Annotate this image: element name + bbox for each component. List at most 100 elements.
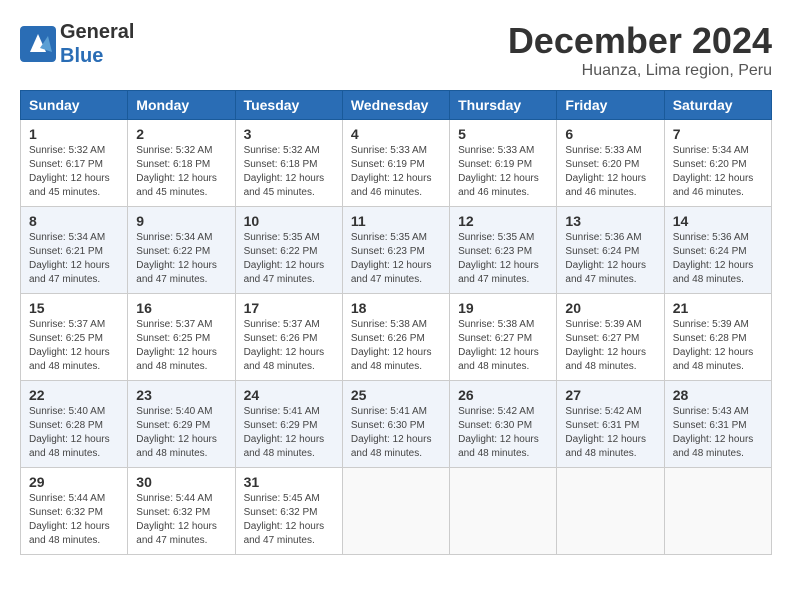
day-info: Sunrise: 5:39 AM Sunset: 6:28 PM Dayligh…: [673, 318, 763, 374]
calendar-cell: 13 Sunrise: 5:36 AM Sunset: 6:24 PM Dayli…: [557, 207, 664, 294]
calendar-week-row: 1Sunrise: 5:32 AM Sunset: 6:17 PM Daylig…: [21, 120, 772, 207]
day-info: Sunrise: 5:38 AM Sunset: 6:26 PM Dayligh…: [351, 318, 441, 374]
day-number: 19: [458, 300, 548, 316]
day-number: 25: [351, 387, 441, 403]
calendar-cell: [557, 468, 664, 555]
day-number: 5: [458, 126, 548, 142]
column-header-thursday: Thursday: [450, 91, 557, 120]
calendar-cell: 9 Sunrise: 5:34 AM Sunset: 6:22 PM Daylig…: [128, 207, 235, 294]
calendar-cell: 16 Sunrise: 5:37 AM Sunset: 6:25 PM Dayli…: [128, 294, 235, 381]
calendar-cell: 27Sunrise: 5:42 AM Sunset: 6:31 PM Dayli…: [557, 381, 664, 468]
logo-text: General Blue: [60, 20, 134, 68]
calendar-cell: 31Sunrise: 5:45 AM Sunset: 6:32 PM Dayli…: [235, 468, 342, 555]
calendar-cell: 30 Sunrise: 5:44 AM Sunset: 6:32 PM Dayli…: [128, 468, 235, 555]
day-info: Sunrise: 5:34 AM Sunset: 6:21 PM Dayligh…: [29, 231, 119, 287]
day-number: 13: [565, 213, 655, 229]
calendar-cell: 6 Sunrise: 5:33 AM Sunset: 6:20 PM Daylig…: [557, 120, 664, 207]
day-number: 20: [565, 300, 655, 316]
day-number: 28: [673, 387, 763, 403]
day-info: Sunrise: 5:36 AM Sunset: 6:24 PM Dayligh…: [673, 231, 763, 287]
calendar-cell: 15Sunrise: 5:37 AM Sunset: 6:25 PM Dayli…: [21, 294, 128, 381]
calendar-body: 1Sunrise: 5:32 AM Sunset: 6:17 PM Daylig…: [21, 120, 772, 555]
day-info: Sunrise: 5:34 AM Sunset: 6:22 PM Dayligh…: [136, 231, 226, 287]
calendar-cell: 26Sunrise: 5:42 AM Sunset: 6:30 PM Dayli…: [450, 381, 557, 468]
calendar-week-row: 8 Sunrise: 5:34 AM Sunset: 6:21 PM Daylig…: [21, 207, 772, 294]
calendar-cell: 23 Sunrise: 5:40 AM Sunset: 6:29 PM Dayli…: [128, 381, 235, 468]
column-header-sunday: Sunday: [21, 91, 128, 120]
day-number: 22: [29, 387, 119, 403]
calendar-cell: 18 Sunrise: 5:38 AM Sunset: 6:26 PM Dayli…: [342, 294, 449, 381]
calendar-cell: 7 Sunrise: 5:34 AM Sunset: 6:20 PM Daylig…: [664, 120, 771, 207]
calendar-cell: 14Sunrise: 5:36 AM Sunset: 6:24 PM Dayli…: [664, 207, 771, 294]
day-number: 12: [458, 213, 548, 229]
calendar-week-row: 22 Sunrise: 5:40 AM Sunset: 6:28 PM Dayli…: [21, 381, 772, 468]
day-number: 6: [565, 126, 655, 142]
column-header-saturday: Saturday: [664, 91, 771, 120]
day-number: 15: [29, 300, 119, 316]
page-header: General Blue December 2024 Huanza, Lima …: [20, 20, 772, 80]
day-number: 8: [29, 213, 119, 229]
day-number: 16: [136, 300, 226, 316]
logo-general: General: [60, 20, 134, 44]
calendar-header-row: SundayMondayTuesdayWednesdayThursdayFrid…: [21, 91, 772, 120]
month-title: December 2024: [508, 20, 772, 62]
calendar-cell: 24 Sunrise: 5:41 AM Sunset: 6:29 PM Dayli…: [235, 381, 342, 468]
location-subtitle: Huanza, Lima region, Peru: [508, 62, 772, 80]
calendar-week-row: 15 Sunrise: 5:37 AM Sunset: 6:25 PM Dayli…: [21, 294, 772, 381]
calendar-cell: 28 Sunrise: 5:43 AM Sunset: 6:31 PM Dayli…: [664, 381, 771, 468]
day-info: Sunrise: 5:33 AM Sunset: 6:19 PM Dayligh…: [458, 144, 548, 200]
day-info: Sunrise: 5:33 AM Sunset: 6:19 PM Dayligh…: [351, 144, 441, 200]
day-info: Sunrise: 5:41 AM Sunset: 6:30 PM Dayligh…: [351, 405, 441, 461]
day-info: Sunrise: 5:32 AM Sunset: 6:17 PM Dayligh…: [29, 144, 119, 200]
day-number: 26: [458, 387, 548, 403]
day-number: 30: [136, 474, 226, 490]
calendar-cell: 1Sunrise: 5:32 AM Sunset: 6:17 PM Daylig…: [21, 120, 128, 207]
calendar-cell: 3Sunrise: 5:32 AM Sunset: 6:18 PM Daylig…: [235, 120, 342, 207]
calendar-cell: [664, 468, 771, 555]
day-number: 4: [351, 126, 441, 142]
day-number: 7: [673, 126, 763, 142]
column-header-wednesday: Wednesday: [342, 91, 449, 120]
calendar-cell: 25 Sunrise: 5:41 AM Sunset: 6:30 PM Dayli…: [342, 381, 449, 468]
day-number: 3: [244, 126, 334, 142]
day-info: Sunrise: 5:32 AM Sunset: 6:18 PM Dayligh…: [136, 144, 226, 200]
day-info: Sunrise: 5:38 AM Sunset: 6:27 PM Dayligh…: [458, 318, 548, 374]
calendar-cell: 8 Sunrise: 5:34 AM Sunset: 6:21 PM Daylig…: [21, 207, 128, 294]
day-number: 31: [244, 474, 334, 490]
logo: General Blue: [20, 20, 134, 68]
day-info: Sunrise: 5:41 AM Sunset: 6:29 PM Dayligh…: [244, 405, 334, 461]
day-info: Sunrise: 5:33 AM Sunset: 6:20 PM Dayligh…: [565, 144, 655, 200]
calendar-cell: 12 Sunrise: 5:35 AM Sunset: 6:23 PM Dayli…: [450, 207, 557, 294]
day-info: Sunrise: 5:44 AM Sunset: 6:32 PM Dayligh…: [136, 492, 226, 548]
calendar-cell: 21 Sunrise: 5:39 AM Sunset: 6:28 PM Dayli…: [664, 294, 771, 381]
column-header-friday: Friday: [557, 91, 664, 120]
day-info: Sunrise: 5:40 AM Sunset: 6:28 PM Dayligh…: [29, 405, 119, 461]
day-info: Sunrise: 5:40 AM Sunset: 6:29 PM Dayligh…: [136, 405, 226, 461]
day-number: 10: [244, 213, 334, 229]
calendar-cell: 5 Sunrise: 5:33 AM Sunset: 6:19 PM Daylig…: [450, 120, 557, 207]
day-info: Sunrise: 5:42 AM Sunset: 6:31 PM Dayligh…: [565, 405, 655, 461]
calendar-cell: 22 Sunrise: 5:40 AM Sunset: 6:28 PM Dayli…: [21, 381, 128, 468]
day-number: 9: [136, 213, 226, 229]
day-number: 21: [673, 300, 763, 316]
day-number: 23: [136, 387, 226, 403]
day-info: Sunrise: 5:43 AM Sunset: 6:31 PM Dayligh…: [673, 405, 763, 461]
calendar-cell: 4 Sunrise: 5:33 AM Sunset: 6:19 PM Daylig…: [342, 120, 449, 207]
day-info: Sunrise: 5:37 AM Sunset: 6:25 PM Dayligh…: [136, 318, 226, 374]
calendar-cell: 17Sunrise: 5:37 AM Sunset: 6:26 PM Dayli…: [235, 294, 342, 381]
day-number: 29: [29, 474, 119, 490]
title-area: December 2024 Huanza, Lima region, Peru: [508, 20, 772, 80]
day-info: Sunrise: 5:35 AM Sunset: 6:23 PM Dayligh…: [351, 231, 441, 287]
calendar-cell: 19 Sunrise: 5:38 AM Sunset: 6:27 PM Dayli…: [450, 294, 557, 381]
day-info: Sunrise: 5:35 AM Sunset: 6:23 PM Dayligh…: [458, 231, 548, 287]
day-info: Sunrise: 5:35 AM Sunset: 6:22 PM Dayligh…: [244, 231, 334, 287]
day-number: 24: [244, 387, 334, 403]
logo-blue: Blue: [60, 44, 134, 68]
day-info: Sunrise: 5:34 AM Sunset: 6:20 PM Dayligh…: [673, 144, 763, 200]
day-number: 18: [351, 300, 441, 316]
day-info: Sunrise: 5:36 AM Sunset: 6:24 PM Dayligh…: [565, 231, 655, 287]
calendar-week-row: 29 Sunrise: 5:44 AM Sunset: 6:32 PM Dayli…: [21, 468, 772, 555]
day-info: Sunrise: 5:37 AM Sunset: 6:26 PM Dayligh…: [244, 318, 334, 374]
calendar-cell: 20Sunrise: 5:39 AM Sunset: 6:27 PM Dayli…: [557, 294, 664, 381]
calendar-cell: 10 Sunrise: 5:35 AM Sunset: 6:22 PM Dayli…: [235, 207, 342, 294]
